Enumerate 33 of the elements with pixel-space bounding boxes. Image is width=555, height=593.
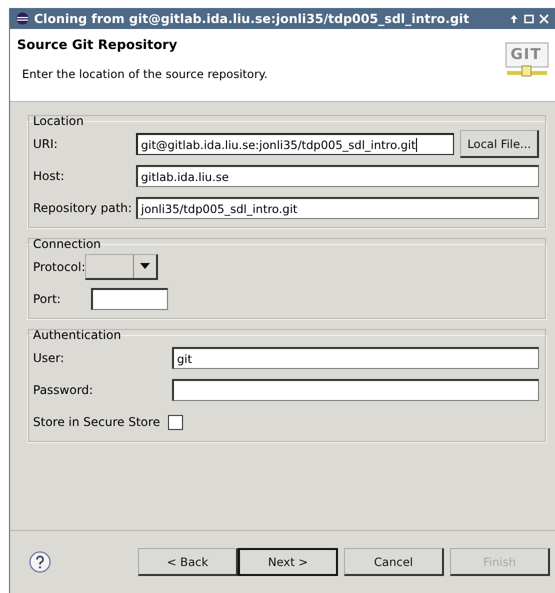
group-title: Authentication <box>33 328 122 342</box>
maximize-icon[interactable] <box>524 14 534 24</box>
field-label: Protocol: <box>33 260 86 274</box>
wizard-button[interactable]: Next > <box>238 548 338 576</box>
group-title: Location <box>33 114 84 128</box>
dropdown-arrow-icon <box>140 263 150 269</box>
page-title: Source Git Repository <box>17 38 178 53</box>
protocol-dropdown[interactable] <box>85 254 158 280</box>
group-title: Connection <box>33 237 101 251</box>
pin-icon[interactable] <box>509 14 519 24</box>
field-label: User: <box>33 351 66 365</box>
wizard-button[interactable]: Cancel <box>344 548 444 576</box>
field-label: Host: <box>33 169 66 183</box>
page-description: Enter the location of the source repository. <box>22 67 269 81</box>
input-field[interactable] <box>172 379 539 401</box>
checkbox[interactable] <box>168 414 184 430</box>
help-icon[interactable] <box>29 551 51 573</box>
local-file-button[interactable]: Local File... <box>460 130 539 158</box>
app-icon <box>16 12 29 25</box>
field-label: Port: <box>33 292 62 306</box>
close-icon[interactable] <box>539 14 549 24</box>
input-field[interactable] <box>91 288 168 310</box>
field-label: Store in Secure Store <box>33 415 160 429</box>
wizard-button[interactable]: < Back <box>138 548 238 576</box>
field-label: Password: <box>33 383 94 397</box>
git-logo-text: GIT <box>509 45 543 63</box>
input-field[interactable]: gitlab.ida.liu.se <box>136 165 539 187</box>
input-field[interactable]: jonli35/tdp005_sdl_intro.git <box>136 197 539 219</box>
field-label: URI: <box>33 137 59 151</box>
window-title: Cloning from git@gitlab.ida.liu.se:jonli35/tdp005_sdl_intro.git <box>34 11 470 26</box>
input-field[interactable]: git@gitlab.ida.liu.se:jonli35/tdp005_sdl_intro.git <box>136 133 454 155</box>
field-label: Repository path: <box>33 201 133 215</box>
input-field[interactable]: git <box>172 347 539 369</box>
